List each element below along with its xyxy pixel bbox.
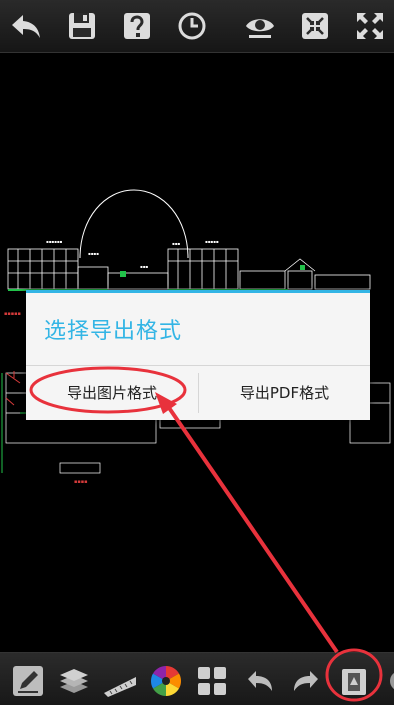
export-button[interactable] <box>336 663 372 699</box>
fit-screen-button[interactable] <box>295 6 335 46</box>
undo-icon <box>248 671 272 691</box>
save-icon <box>69 13 95 39</box>
clock-icon <box>178 12 206 40</box>
export-format-dialog: 选择导出格式 导出图片格式 导出PDF格式 <box>26 290 370 420</box>
layout-icon <box>198 667 226 695</box>
fit-screen-icon <box>302 13 328 39</box>
history-button[interactable] <box>172 6 212 46</box>
undo-button[interactable] <box>242 663 278 699</box>
bottom-toolbar <box>0 652 394 705</box>
top-toolbar <box>0 0 394 53</box>
redo-icon <box>294 671 318 691</box>
redo-button[interactable] <box>288 663 324 699</box>
measure-button[interactable] <box>102 663 138 699</box>
svg-text:▪▪▪: ▪▪▪ <box>172 241 180 246</box>
export-icon <box>342 669 366 695</box>
help-button[interactable] <box>117 6 157 46</box>
edit-icon <box>13 666 43 696</box>
svg-text:▪▪▪▪▪: ▪▪▪▪▪ <box>4 311 21 317</box>
svg-text:▪▪▪▪▪▪: ▪▪▪▪▪▪ <box>46 239 63 244</box>
back-icon <box>12 15 40 38</box>
export-pdf-button[interactable]: 导出PDF格式 <box>199 366 370 418</box>
dialog-title: 选择导出格式 <box>44 319 183 344</box>
save-button[interactable] <box>62 6 102 46</box>
fullscreen-icon <box>357 13 383 39</box>
layers-icon <box>60 669 88 693</box>
view-button[interactable] <box>240 6 280 46</box>
svg-text:▪▪▪▪: ▪▪▪▪ <box>88 251 99 256</box>
layout-button[interactable] <box>194 663 230 699</box>
svg-text:▪▪▪: ▪▪▪ <box>140 264 148 269</box>
export-image-button[interactable]: 导出图片格式 <box>26 366 198 418</box>
measure-icon <box>104 677 136 697</box>
gear-icon <box>390 673 394 689</box>
eye-icon <box>246 19 274 38</box>
edit-button[interactable] <box>10 663 46 699</box>
color-button[interactable] <box>148 663 184 699</box>
layers-button[interactable] <box>56 663 92 699</box>
svg-text:▪▪▪▪▪: ▪▪▪▪▪ <box>205 239 219 244</box>
back-button[interactable] <box>6 6 46 46</box>
fullscreen-button[interactable] <box>350 6 390 46</box>
help-icon <box>124 13 150 39</box>
svg-text:▪▪▪▪: ▪▪▪▪ <box>74 479 88 485</box>
color-wheel-icon <box>150 666 182 696</box>
more-button[interactable] <box>382 663 394 699</box>
